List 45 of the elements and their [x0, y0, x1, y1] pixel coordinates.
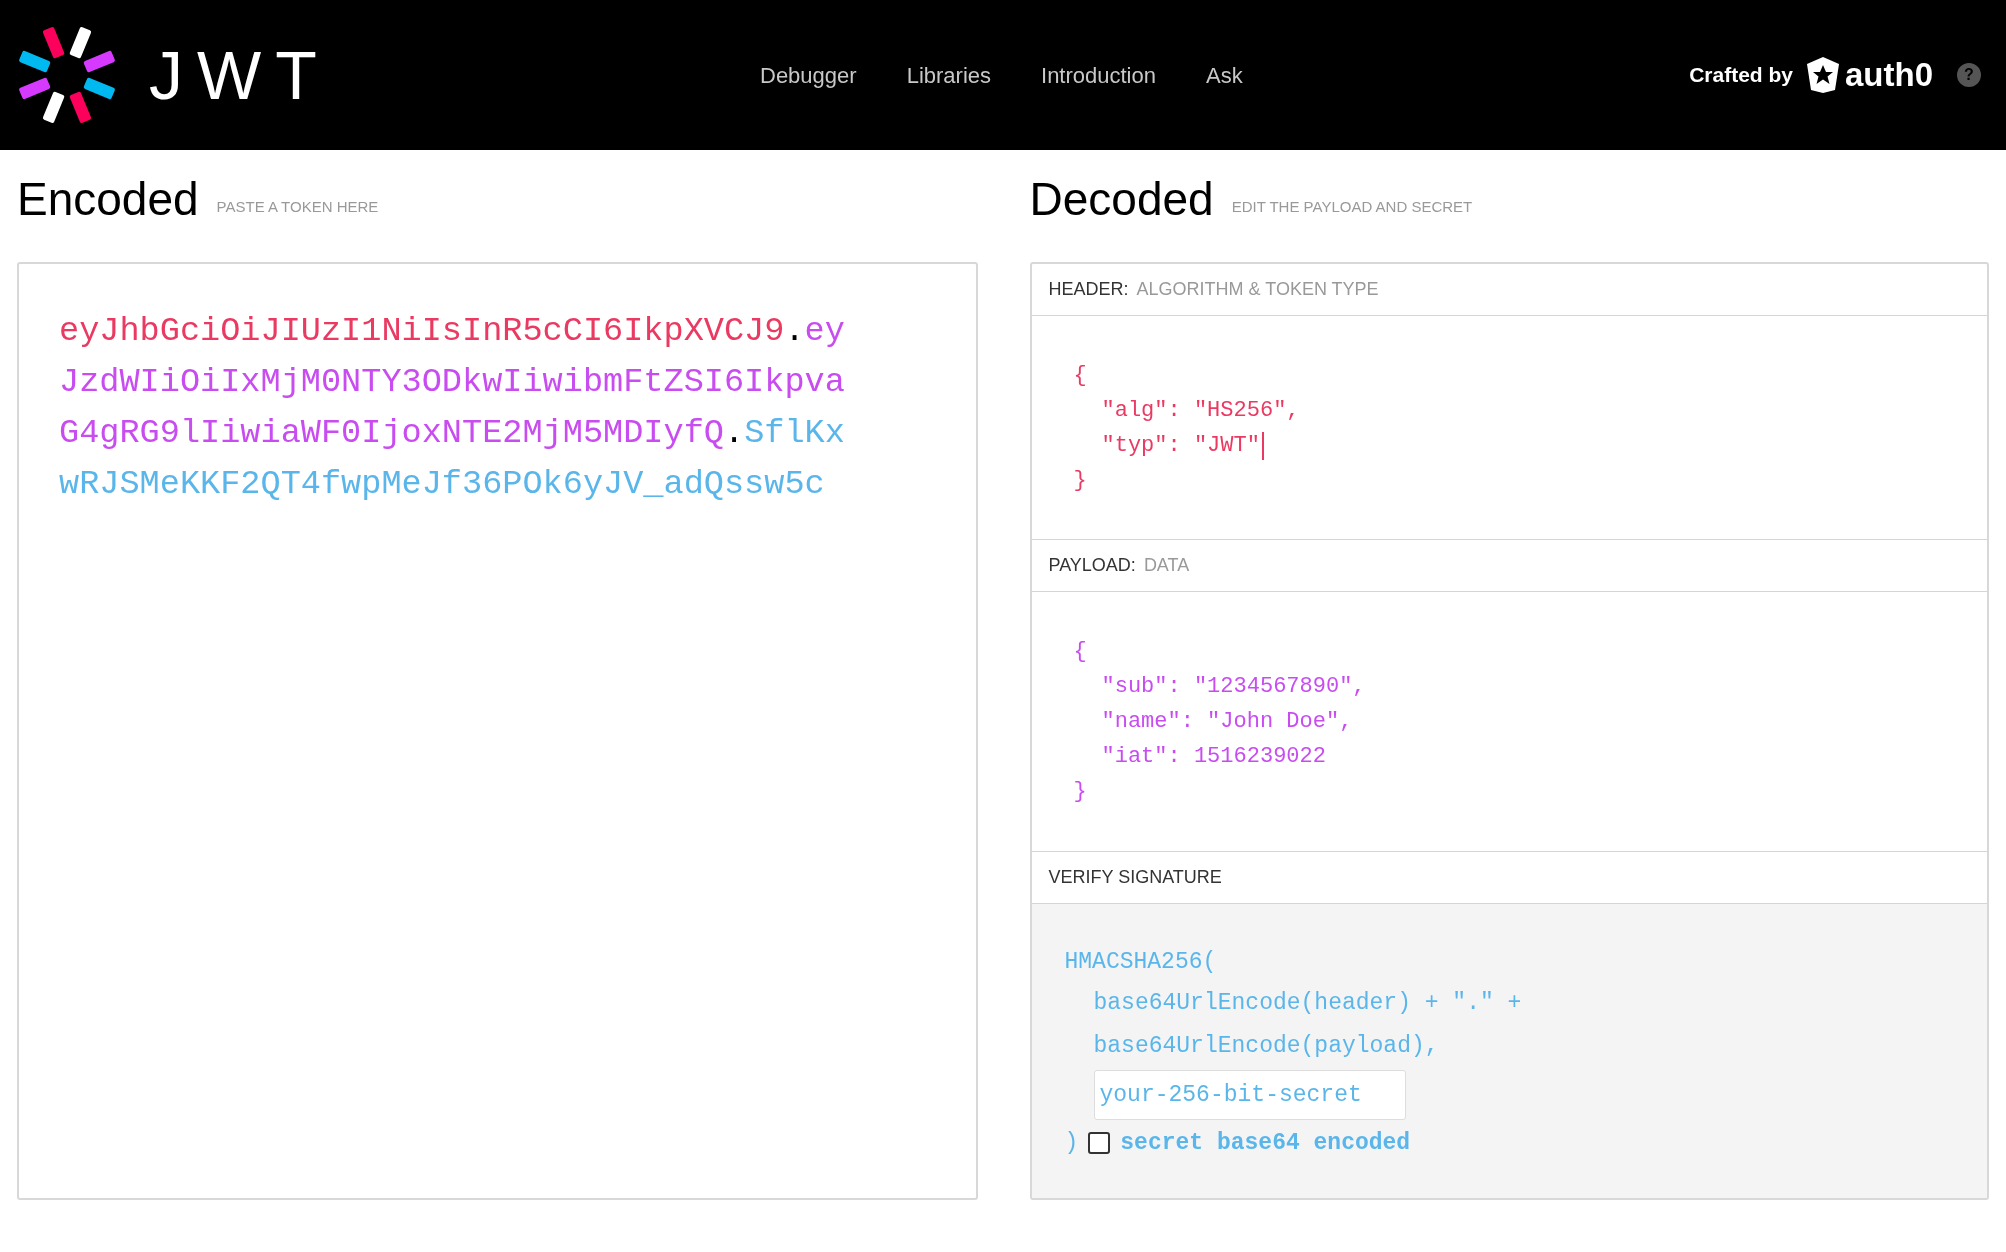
panel-hint: EDIT THE PAYLOAD AND SECRET — [1231, 196, 1473, 217]
checkbox-label: secret base64 encoded — [1120, 1129, 1411, 1158]
base64-checkbox[interactable] — [1088, 1132, 1111, 1155]
code-line: "iat": 1516239022 — [1101, 743, 1326, 771]
token-part-text: SflKx — [744, 414, 845, 452]
token-part-text: JzdWIiOiIxMjM0NTY3ODkwIiwibmFtZSI6Ikpva — [59, 363, 845, 401]
section-label: PAYLOAD: — [1048, 554, 1136, 577]
star-shield-icon — [1805, 56, 1841, 94]
nav-link[interactable]: Debugger — [760, 58, 857, 92]
token-part-text: wRJSMeKKF2QT4fwpMeJf36POk6yJV_adQssw5c — [59, 465, 825, 503]
code-line: base64UrlEncode(header) + "." + — [1093, 989, 1522, 1018]
payload-editor[interactable]: { "sub": "1234567890", "name": "John Doe", "iat": 1516239022 } — [1031, 592, 1987, 852]
code-line: } — [1073, 778, 1087, 806]
token-input[interactable]: eyJhbGciOiJIUzI1NiIsInR5cCI6IkpXVCJ9.ey JzdWIiOiIxMjM0NTY3ODkwIiwibmFtZSI6Ikpva G4gRG9lIiwiaWF0IjoxNTE2MjM5MDIyfQ.SflKx wRJSMeKKF2QT4fwpMeJf36POk6yJV_adQssw5c — [17, 262, 978, 1200]
code-line: HMACSHA256( — [1064, 948, 1217, 977]
code-line: "alg": "HS256", — [1101, 397, 1300, 425]
nav-link[interactable]: Libraries — [906, 58, 991, 92]
text-cursor — [1261, 431, 1264, 460]
nav-link[interactable]: Introduction — [1041, 58, 1156, 92]
code-line: ) — [1064, 1129, 1079, 1158]
panel-title: Decoded — [1029, 176, 1214, 222]
token-part-text: ey — [804, 312, 845, 350]
token-part-text: . — [784, 312, 805, 350]
section-label: VERIFY SIGNATURE — [1048, 866, 1222, 889]
panel-hint: PASTE A TOKEN HERE — [216, 196, 379, 217]
token-part-text: eyJhbGciOiJIUzI1NiIsInR5cCI6IkpXVCJ9 — [59, 312, 785, 350]
code-line: "name": "John Doe", — [1101, 708, 1353, 736]
secret-input[interactable]: your-256-bit-secret — [1093, 1070, 1406, 1120]
nav-link[interactable]: Ask — [1206, 58, 1243, 92]
code-line: "sub": "1234567890", — [1101, 673, 1366, 701]
token-part-text: . — [723, 414, 745, 452]
code-line: { — [1073, 638, 1087, 666]
section-sublabel: DATA — [1143, 554, 1190, 577]
brand-name: auth0 — [1845, 55, 1933, 96]
code-line: } — [1073, 467, 1087, 495]
code-line: "typ": "JWT" — [1101, 432, 1260, 460]
section-label: HEADER: — [1048, 278, 1129, 301]
crafted-by-text: Crafted by — [1689, 62, 1793, 89]
token-part-text: G4gRG9lIiwiaWF0IjoxNTE2MjM5MDIyfQ — [59, 414, 724, 452]
code-line: base64UrlEncode(payload), — [1093, 1032, 1439, 1061]
section-sublabel: ALGORITHM & TOKEN TYPE — [1136, 278, 1379, 301]
panel-title: Encoded — [17, 176, 199, 222]
logo-text: JWT — [149, 36, 331, 115]
header-editor[interactable]: { "alg": "HS256", "typ": "JWT" } — [1031, 316, 1987, 540]
code-line: { — [1073, 362, 1087, 390]
